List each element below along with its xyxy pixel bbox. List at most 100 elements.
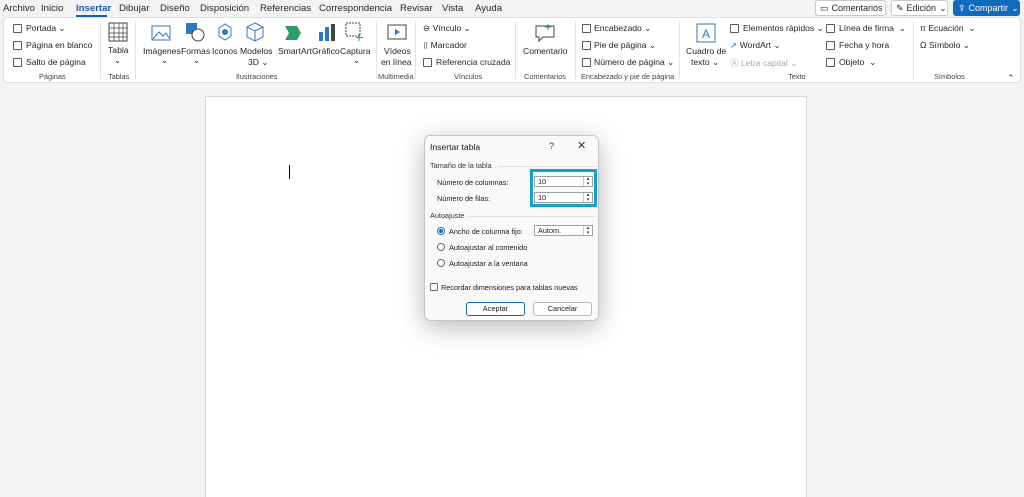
drop-cap-button[interactable]: Ⓐ Letra capital ⌄ (730, 57, 797, 69)
cover-page-icon (13, 24, 22, 33)
icons-icon (218, 23, 232, 41)
online-video-button[interactable]: Vídeos (384, 46, 411, 56)
autofit-window-label: Autoajustar a la ventana (449, 259, 528, 268)
chevron-down-icon: ⌄ (161, 55, 169, 65)
cross-reference-button[interactable]: Referencia cruzada (436, 57, 511, 67)
equation-button[interactable]: π Ecuación ⌄ (920, 23, 976, 34)
fixed-width-label: Ancho de columna fijo: (449, 227, 523, 236)
link-button[interactable]: ⊖ Vínculo ⌄ (423, 23, 471, 34)
shapes-icon (186, 23, 205, 42)
comments-button[interactable]: ▭ Comentarios (815, 0, 886, 16)
tab-diseno[interactable]: Diseño (160, 3, 190, 14)
tab-inicio[interactable]: Inicio (41, 3, 63, 14)
share-button[interactable]: ⇪ Compartir ⌄ (953, 0, 1020, 16)
icons-button[interactable]: Iconos (212, 46, 237, 56)
symbol-button[interactable]: Ω Símbolo ⌄ (920, 40, 970, 51)
pencil-icon: ✎ (896, 2, 904, 13)
group-divider (515, 21, 516, 79)
group-divider (575, 21, 576, 79)
chevron-down-icon: ⌄ (353, 55, 361, 65)
group-divider (913, 21, 914, 79)
divider (498, 166, 595, 167)
chart-button[interactable]: Gráfico (312, 46, 340, 56)
ok-button[interactable]: Aceptar (466, 302, 525, 316)
autofit-window-radio[interactable] (437, 259, 445, 267)
footer-icon (582, 41, 591, 50)
help-icon[interactable]: ? (549, 141, 554, 151)
table-button[interactable]: Tabla (108, 45, 129, 55)
annotation-highlight (530, 169, 597, 207)
chevron-down-icon: ⌄ (193, 55, 201, 65)
autofit-content-radio[interactable] (437, 243, 445, 251)
table-icon (108, 22, 128, 42)
portada-button[interactable]: Portada ⌄ (26, 23, 66, 34)
cancel-button[interactable]: Cancelar (533, 302, 592, 316)
insert-table-dialog: Insertar tabla ? ✕ Tamaño de la tabla Nú… (424, 135, 599, 321)
columns-label: Número de columnas: (437, 178, 509, 187)
smartart-icon (285, 26, 301, 40)
signature-line-button[interactable]: Línea de firma ⌄ (839, 23, 906, 34)
tab-insertar[interactable]: Insertar (76, 3, 111, 14)
group-label-simbolos: Símbolos (934, 72, 965, 81)
footer-button[interactable]: Pie de página ⌄ (594, 40, 656, 51)
group-label-multimedia: Multimedia (378, 72, 414, 81)
tab-archivo[interactable]: Archivo (3, 3, 35, 14)
tab-referencias[interactable]: Referencias (260, 3, 311, 14)
signature-line-icon (826, 24, 835, 33)
tab-dibujar[interactable]: Dibujar (119, 3, 149, 14)
object-button[interactable]: Objeto ⌄ (839, 57, 876, 68)
section-table-size: Tamaño de la tabla (430, 161, 492, 170)
object-icon (826, 58, 835, 67)
fixed-width-spinner[interactable]: Autom. ▲ ▼ (534, 225, 593, 236)
group-label-paginas: Páginas (39, 72, 66, 81)
autofit-content-label: Autoajustar al contenido (449, 243, 528, 252)
header-button[interactable]: Encabezado ⌄ (594, 23, 651, 34)
fixed-width-radio[interactable] (437, 227, 445, 235)
ribbon: Portada ⌄ Página en blanco Salto de pági… (3, 17, 1021, 83)
page-break-button[interactable]: Salto de página (26, 57, 86, 67)
text-box-button[interactable]: Cuadro de (686, 46, 726, 56)
close-icon[interactable]: ✕ (577, 139, 586, 152)
tab-ayuda[interactable]: Ayuda (475, 3, 502, 14)
tab-vista[interactable]: Vista (442, 3, 463, 14)
pi-icon: π (920, 23, 926, 33)
group-label-encabezado: Encabezado y pie de página (581, 72, 675, 81)
svg-text:A: A (702, 27, 710, 41)
bookmark-icon: ⌷ (423, 40, 429, 50)
omega-icon: Ω (920, 40, 927, 50)
remember-dimensions-checkbox[interactable] (430, 283, 438, 291)
collapse-ribbon-icon[interactable]: ⌃ (1007, 73, 1015, 84)
menu-bar: Archivo Inicio Insertar Dibujar Diseño D… (0, 0, 1024, 17)
wordart-button[interactable]: ➚ WordArt ⌄ (730, 40, 781, 51)
3d-models-button[interactable]: Modelos (240, 46, 272, 56)
rows-label: Número de filas: (437, 194, 491, 203)
bookmark-button[interactable]: ⌷ Marcador (423, 40, 467, 51)
spinner-arrows-icon[interactable]: ▲ ▼ (583, 225, 592, 235)
divider (467, 216, 595, 217)
3d-model-icon (246, 22, 264, 42)
quick-parts-button[interactable]: Elementos rápidos ⌄ (743, 23, 824, 34)
tab-revisar[interactable]: Revisar (400, 3, 433, 14)
date-time-icon (826, 41, 835, 50)
text-box-icon: A (696, 23, 716, 43)
editing-button[interactable]: ✎ Edición ⌄ (891, 0, 948, 16)
group-label-vinculos: Vínculos (454, 72, 483, 81)
blank-page-button[interactable]: Página en blanco (26, 40, 92, 50)
group-divider (100, 21, 101, 79)
wordart-icon: ➚ (730, 40, 738, 50)
tab-disposicion[interactable]: Disposición (200, 3, 249, 14)
cross-reference-icon (423, 58, 432, 67)
comment-button[interactable]: Comentario (523, 46, 567, 56)
screenshot-icon (345, 22, 363, 41)
page-number-button[interactable]: Número de página ⌄ (594, 57, 674, 68)
chevron-down-icon: ⌄ (939, 2, 947, 13)
date-time-button[interactable]: Fecha y hora (839, 40, 889, 50)
image-icon (151, 25, 171, 41)
share-icon: ⇪ (958, 2, 966, 13)
smartart-button[interactable]: SmartArt (278, 46, 312, 56)
tab-correspondencia[interactable]: Correspondencia (319, 3, 392, 14)
link-icon: ⊖ (423, 23, 431, 33)
remember-dimensions-label: Recordar dimensiones para tablas nuevas (441, 283, 578, 292)
header-icon (582, 24, 591, 33)
quick-parts-icon (730, 24, 739, 33)
